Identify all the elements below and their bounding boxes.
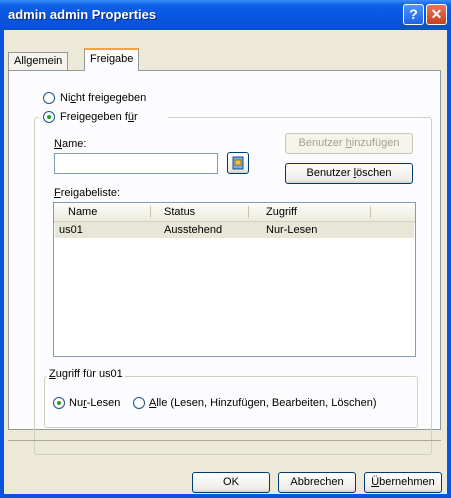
address-book-icon [232, 156, 244, 170]
dialog-client-area: Allgemein Freigabe Nicht freigegeben Fre… [4, 30, 447, 494]
add-user-button[interactable]: Benutzer hinzufügen [285, 133, 413, 154]
access-group-legend: Zugriff für us01 [47, 368, 125, 384]
address-book-button[interactable] [227, 152, 249, 174]
share-list-header: Name Status Zugriff [54, 203, 415, 223]
name-label: Name: [54, 138, 87, 150]
help-button[interactable]: ? [403, 4, 424, 25]
properties-window: admin admin Properties ? ✕ Allgemein Fre… [0, 0, 451, 498]
table-row[interactable]: us01 Ausstehend Nur-Lesen [55, 222, 414, 238]
column-name[interactable]: Name [68, 206, 97, 218]
tab-freigabe[interactable]: Freigabe [84, 48, 140, 71]
tab-panel-freigabe: Nicht freigegeben Freigegeben für Name: … [8, 70, 441, 455]
apply-button[interactable]: Übernehmen [364, 472, 442, 493]
title-bar[interactable]: admin admin Properties ? ✕ [0, 0, 451, 30]
column-divider[interactable] [150, 206, 151, 218]
readonly-radio[interactable] [53, 397, 65, 409]
column-status[interactable]: Status [164, 206, 195, 218]
shared-for-radio[interactable] [43, 111, 55, 123]
share-list[interactable]: Name Status Zugriff us01 Ausstehend Nur-… [53, 202, 416, 357]
name-input[interactable] [54, 153, 218, 174]
ok-button[interactable]: OK [192, 472, 270, 493]
not-shared-radio[interactable] [43, 92, 55, 104]
cancel-button[interactable]: Abbrechen [278, 472, 356, 493]
readonly-label[interactable]: Nur-Lesen [69, 397, 120, 409]
not-shared-label[interactable]: Nicht freigegeben [60, 92, 146, 104]
window-title: admin admin Properties [8, 7, 157, 22]
column-divider[interactable] [370, 206, 371, 218]
column-divider[interactable] [248, 206, 249, 218]
tab-allgemein[interactable]: Allgemein [8, 52, 69, 70]
column-access[interactable]: Zugriff [266, 206, 297, 218]
close-button[interactable]: ✕ [426, 4, 447, 25]
all-access-radio[interactable] [133, 397, 145, 409]
all-access-label[interactable]: Alle (Lesen, Hinzufügen, Bearbeiten, Lös… [149, 397, 376, 409]
row-status: Ausstehend [164, 224, 223, 236]
row-name: us01 [59, 224, 83, 236]
shared-for-label[interactable]: Freigegeben für [60, 111, 138, 123]
divider [8, 440, 441, 441]
share-list-label: Freigabeliste: [54, 187, 121, 199]
remove-user-button[interactable]: Benutzer löschen [285, 163, 413, 184]
row-access: Nur-Lesen [266, 224, 318, 236]
